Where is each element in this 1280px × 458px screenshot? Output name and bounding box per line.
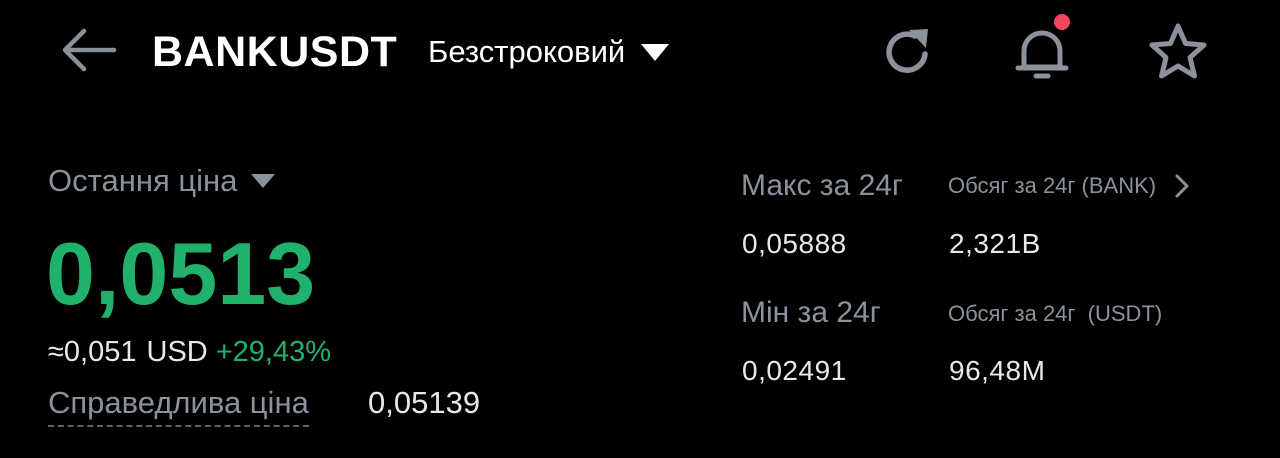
refresh-button[interactable] <box>876 20 940 84</box>
low-24h-label: Мін за 24г <box>741 296 881 329</box>
arrow-left-icon <box>62 28 117 72</box>
volume-base-link[interactable]: Обсяг за 24г (BANK) <box>948 166 1190 206</box>
price-change-percent: +29,43% <box>215 335 332 368</box>
notification-dot <box>1054 14 1070 30</box>
bell-icon <box>1015 30 1069 79</box>
last-price-selector[interactable]: Остання ціна <box>48 158 276 204</box>
fair-price-value: 0,05139 <box>368 385 481 420</box>
contract-type-dropdown[interactable]: Безстроковий <box>428 22 670 82</box>
back-button[interactable] <box>52 20 124 80</box>
last-price-value: 0,0513 <box>46 224 316 323</box>
refresh-icon <box>886 29 928 73</box>
star-icon <box>1149 23 1207 79</box>
high-24h-value: 0,05888 <box>742 228 847 259</box>
caret-down-icon <box>641 43 670 61</box>
volume-base-label: Обсяг за 24г (BANK) <box>948 173 1157 198</box>
high-24h-label: Макс за 24г <box>741 169 903 202</box>
low-24h-value: 0,02491 <box>742 355 847 386</box>
last-price-label: Остання ціна <box>48 163 238 198</box>
caret-down-icon <box>251 174 276 188</box>
favorite-button[interactable] <box>1146 20 1210 84</box>
volume-quote-value: 96,48M <box>949 355 1046 386</box>
volume-base-value: 2,321B <box>949 228 1041 259</box>
chevron-right-icon <box>1175 174 1189 198</box>
notifications-button[interactable] <box>1010 14 1074 84</box>
contract-type-label: Безстроковий <box>428 34 626 69</box>
usd-unit: USD <box>146 335 208 368</box>
symbol-title[interactable]: BANKUSDT <box>152 22 397 82</box>
fair-price-label[interactable]: Справедлива ціна <box>48 382 309 427</box>
usd-approx-value: ≈0,051 <box>48 335 137 368</box>
usd-price-row: ≈0,051 USD +29,43% <box>48 332 331 372</box>
volume-quote-label: Обсяг за 24г (USDT) <box>948 301 1163 326</box>
